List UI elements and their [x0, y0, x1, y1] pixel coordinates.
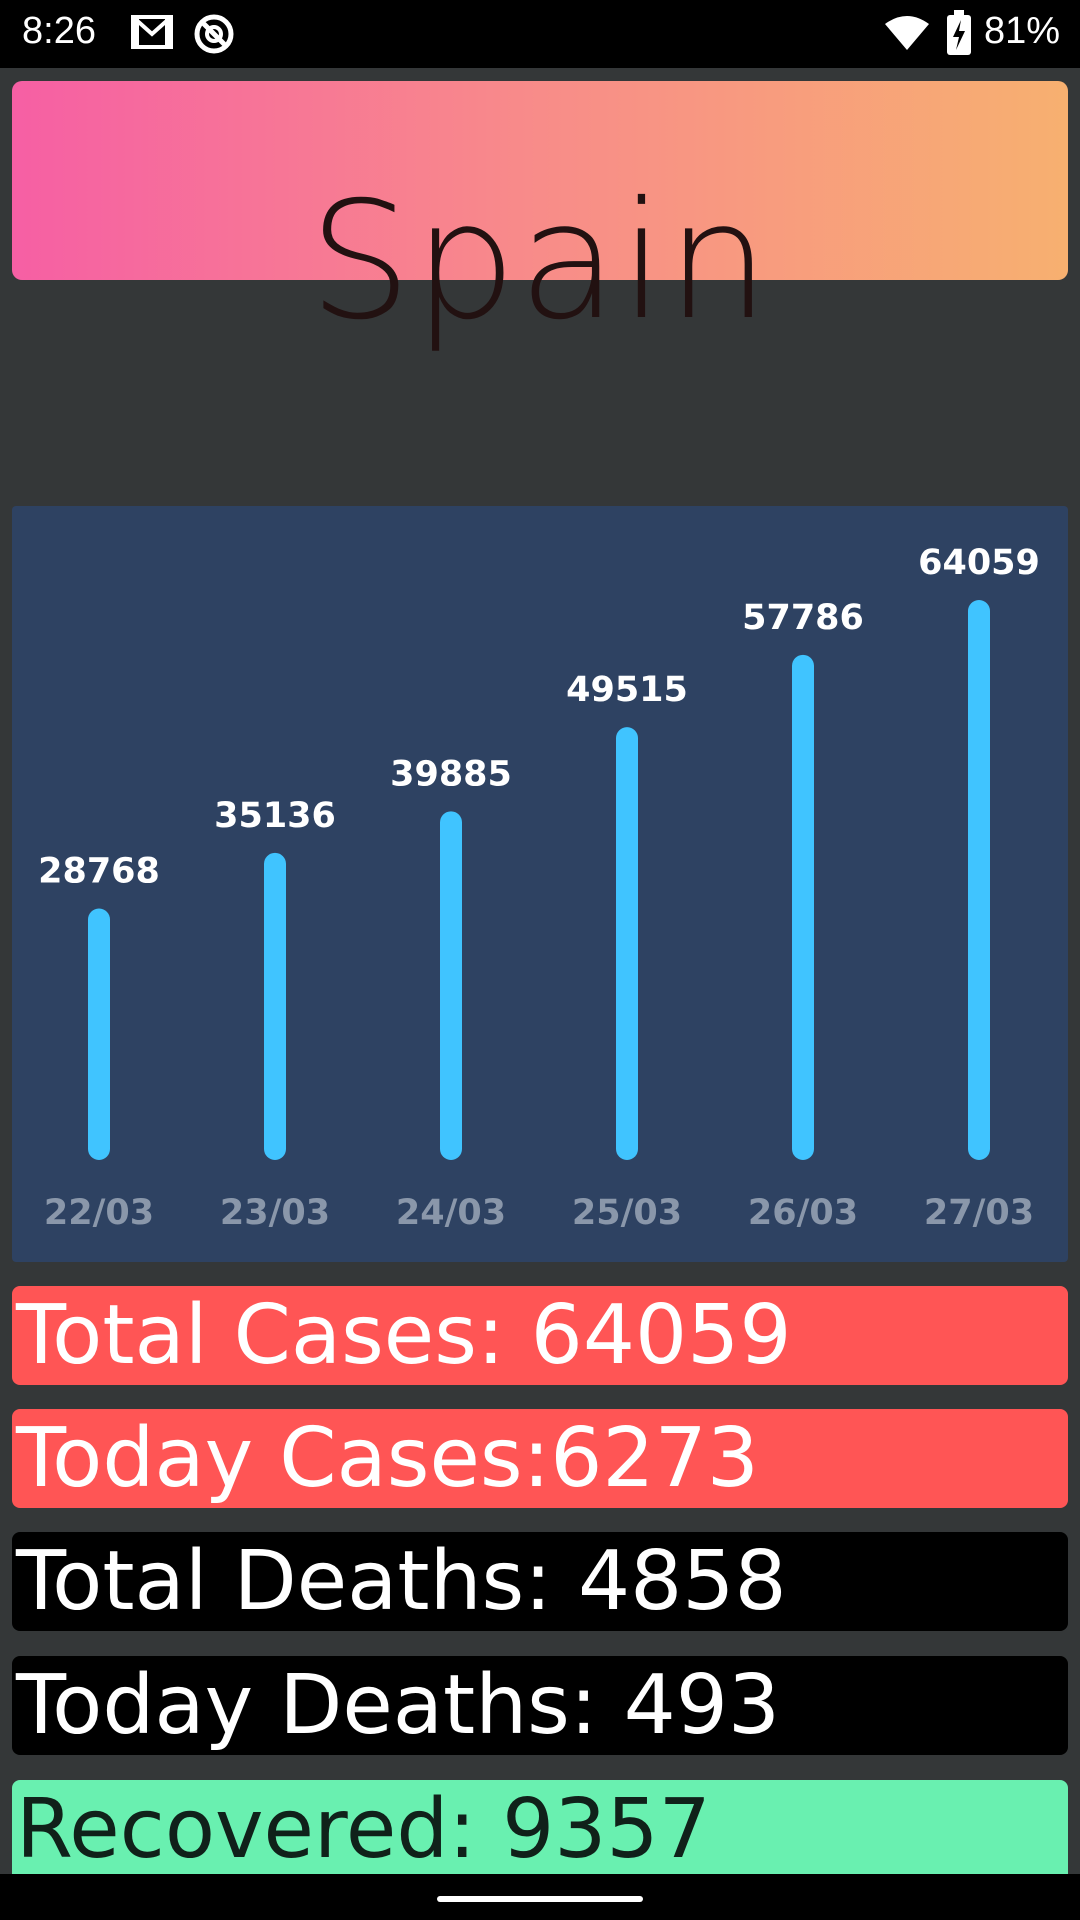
total-cases-row: Total Cases: 64059: [12, 1286, 1068, 1385]
home-gesture-handle[interactable]: [437, 1896, 643, 1902]
chart-bar: [264, 852, 286, 1160]
battery-percentage: 81%: [984, 10, 1061, 52]
status-time: 8:26: [22, 10, 96, 52]
bar-value-label: 64059: [918, 543, 1040, 583]
gmail-icon: [130, 12, 174, 57]
x-tick-label: 23/03: [220, 1193, 330, 1233]
bar-value-label: 39885: [390, 754, 512, 794]
x-tick-label: 24/03: [396, 1193, 506, 1233]
total-deaths-row: Total Deaths: 4858: [12, 1532, 1068, 1631]
today-deaths-row: Today Deaths: 493: [12, 1656, 1068, 1755]
today-cases-row: Today Cases:6273: [12, 1409, 1068, 1508]
navigation-bar: [0, 1874, 1080, 1920]
country-header: Spain: [12, 81, 1068, 356]
cases-bar-chart: 28768 22/03 35136 23/03 39885 24/03 49515 25/03…: [12, 506, 1068, 1262]
x-tick-label: 22/03: [44, 1193, 154, 1233]
bar-value-label: 57786: [742, 598, 864, 638]
x-tick-label: 26/03: [748, 1193, 858, 1233]
battery-charging-icon: [946, 10, 972, 61]
recovered-row: Recovered: 9357: [12, 1780, 1068, 1876]
bar-value-label: 49515: [566, 670, 688, 710]
chart-bar: [792, 654, 814, 1160]
x-tick-label: 25/03: [572, 1193, 682, 1233]
chart-bar: [440, 811, 462, 1160]
bar-value-label: 28768: [38, 852, 160, 892]
status-bar: 8:26 81%: [0, 0, 1080, 68]
bar-value-label: 35136: [214, 796, 336, 836]
chart-bar: [88, 908, 110, 1160]
chart-bar: [968, 600, 990, 1160]
circle-a-icon: [192, 12, 236, 61]
country-title: Spain: [308, 168, 772, 356]
x-tick-label: 27/03: [924, 1193, 1034, 1233]
wifi-icon: [884, 14, 930, 57]
chart-bar: [616, 727, 638, 1160]
chart-svg: 28768 22/03 35136 23/03 39885 24/03 49515 25/03…: [38, 543, 1040, 1233]
